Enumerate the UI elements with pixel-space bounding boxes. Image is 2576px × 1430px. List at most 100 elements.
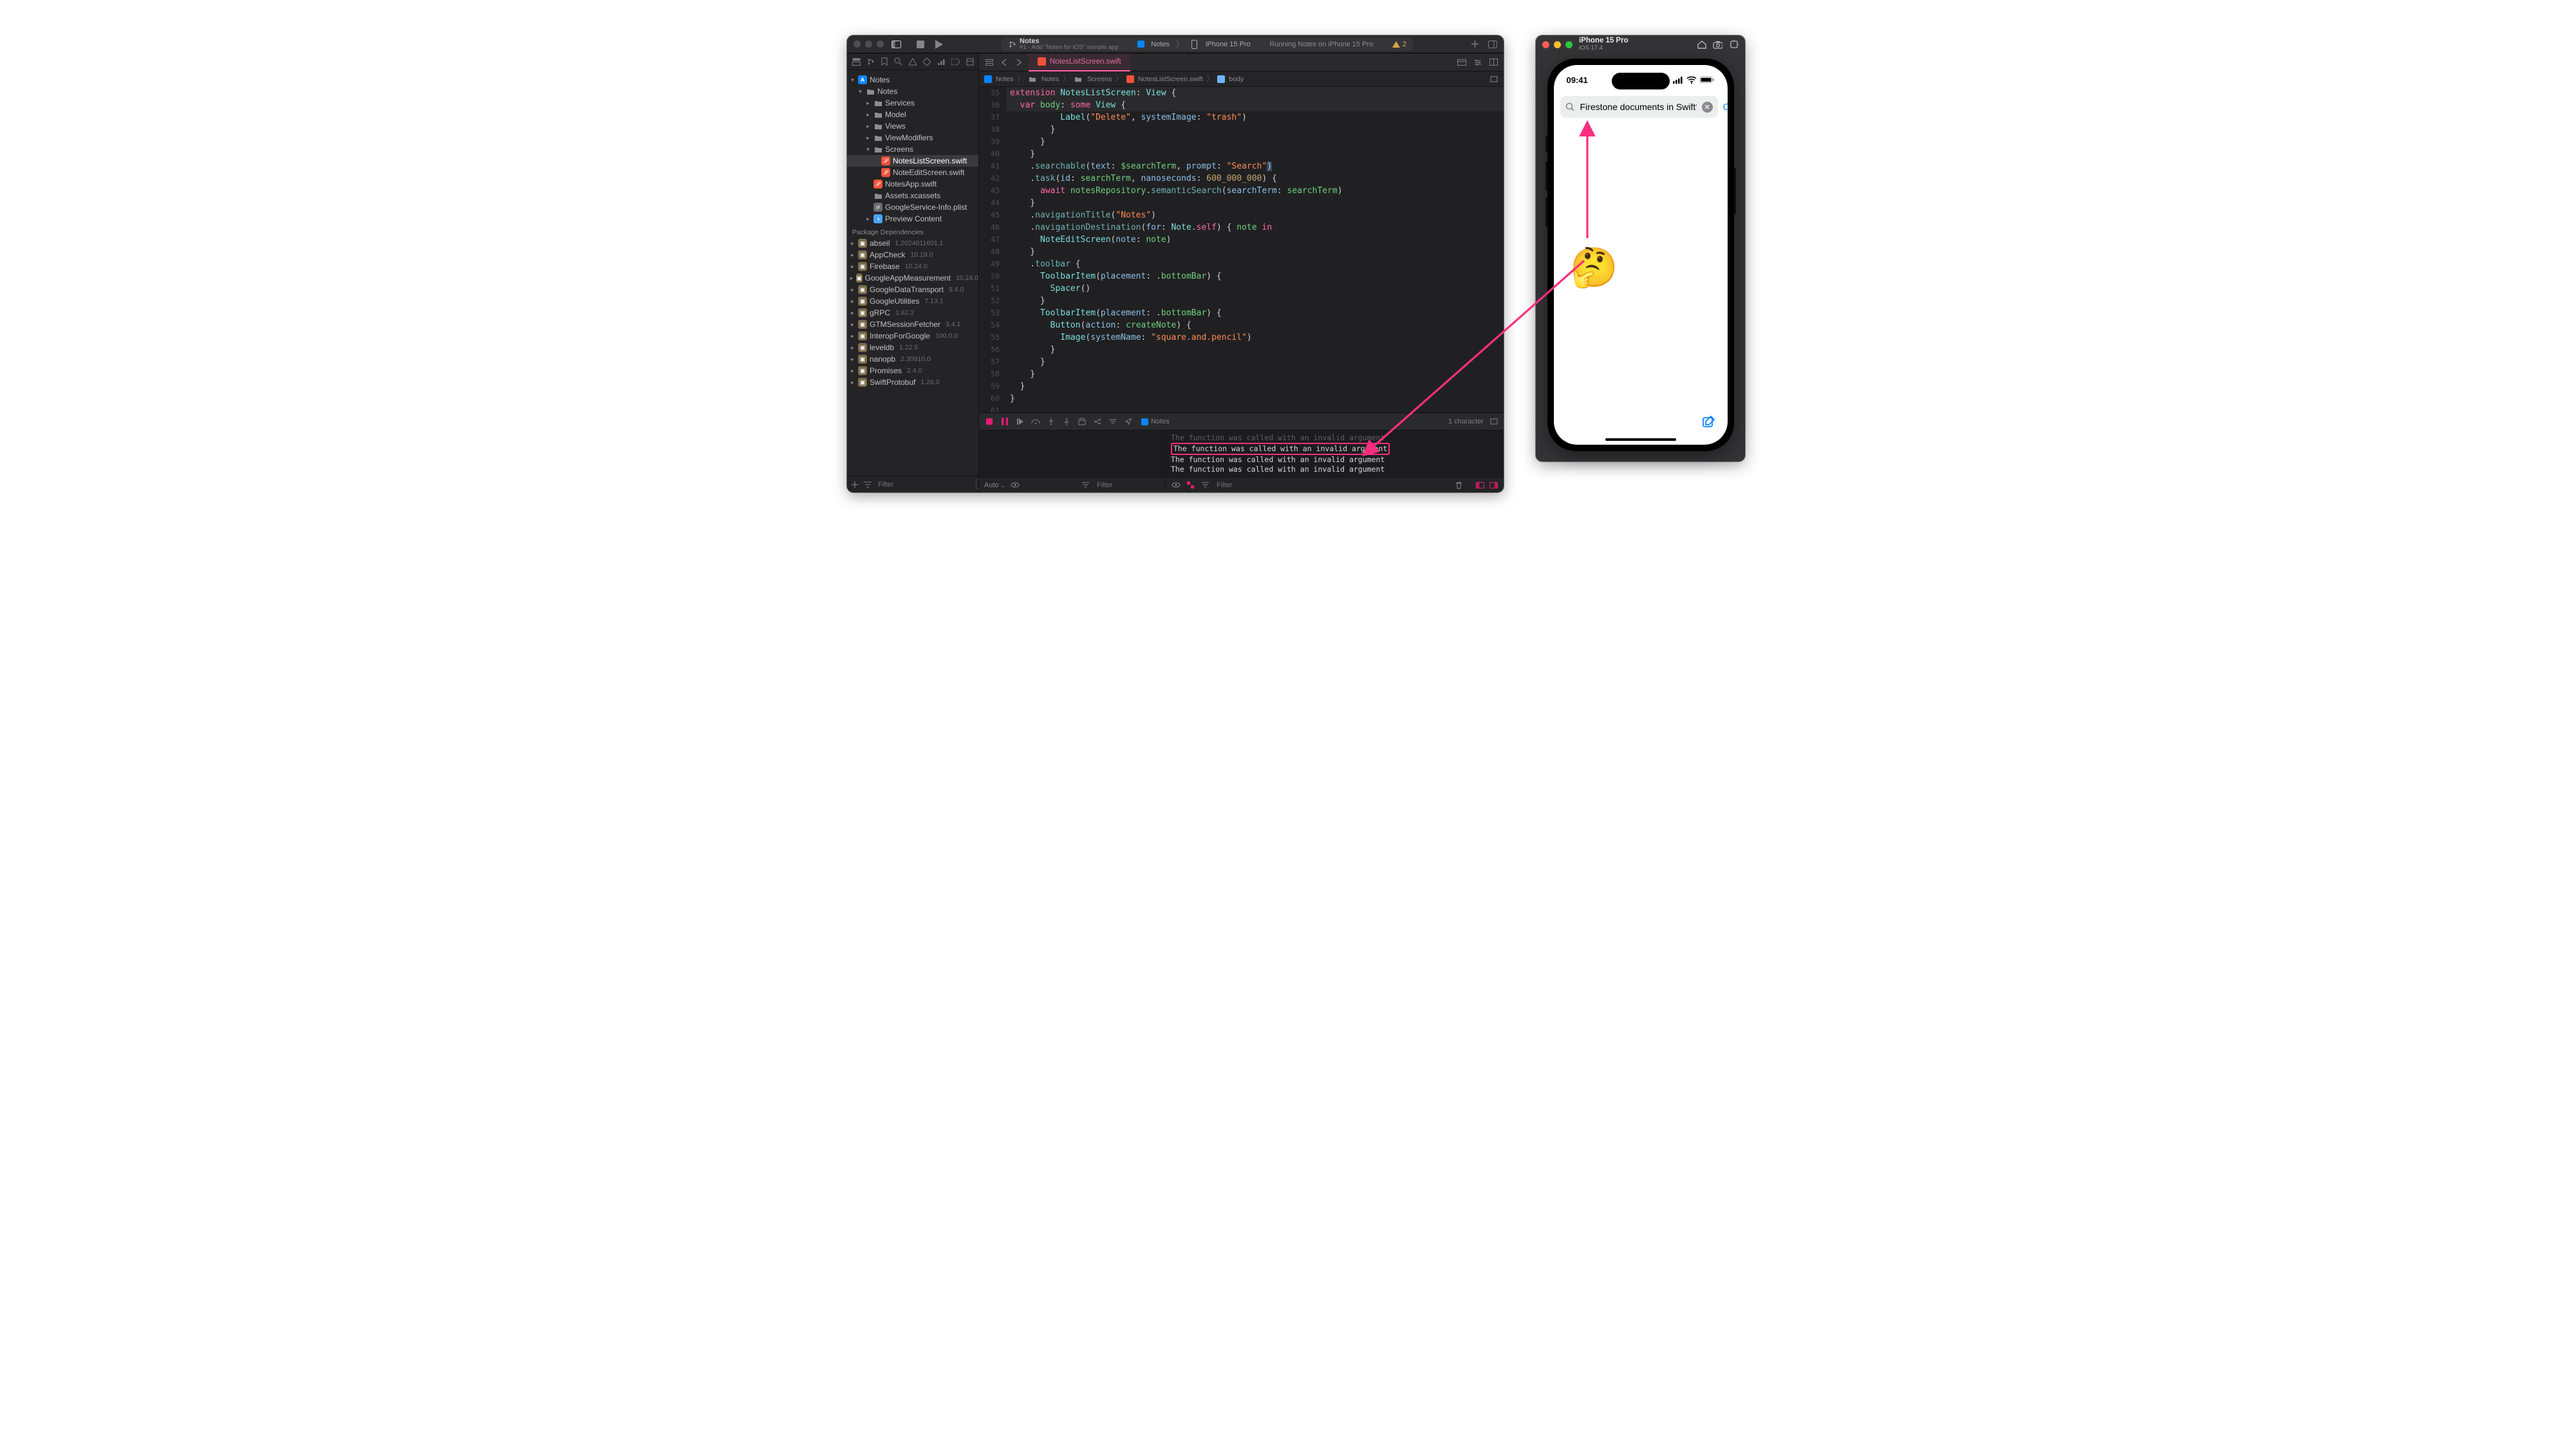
jump-bar[interactable]: Notes〉 Notes〉 Screens〉 NotesListScreen.s… — [979, 71, 1504, 87]
bookmarks-navigator-icon[interactable] — [881, 57, 888, 66]
step-into-icon[interactable] — [1046, 417, 1056, 427]
tree-file-preview[interactable]: ▸◑Preview Content — [847, 213, 978, 225]
console-filter-input[interactable] — [1215, 479, 1449, 491]
search-field[interactable]: ✕ — [1560, 96, 1718, 118]
scheme-activity-bar[interactable]: Notes #1 · Add "Notes for iOS" sample ap… — [1001, 38, 1413, 51]
quicklook-icon[interactable] — [1010, 480, 1020, 490]
related-items-icon[interactable] — [984, 57, 994, 67]
tree-package[interactable]: ▸▣gRPC1.62.2 — [847, 307, 978, 319]
vars-filter-icon[interactable] — [1081, 480, 1090, 490]
add-icon[interactable] — [1470, 39, 1480, 49]
cancel-button[interactable]: Cancel — [1723, 102, 1728, 113]
clear-search-icon[interactable]: ✕ — [1702, 102, 1713, 113]
trash-icon[interactable] — [1454, 480, 1464, 490]
tree-package[interactable]: ▸▣InteropForGoogle100.0.0 — [847, 330, 978, 342]
zoom-dot[interactable] — [877, 41, 884, 48]
tree-file-noteslist[interactable]: 𝓢NotesListScreen.swift — [847, 155, 978, 167]
jump-seg[interactable]: NotesListScreen.swift — [1138, 75, 1203, 83]
tree-project-root[interactable]: ▾ANotes — [847, 74, 978, 86]
minimap-icon[interactable] — [1489, 74, 1498, 84]
jump-seg[interactable]: body — [1229, 75, 1244, 83]
sim-screenshot-icon[interactable] — [1713, 40, 1722, 50]
memory-graph-icon[interactable] — [1092, 417, 1102, 427]
tree-package[interactable]: ▸▣leveldb1.22.5 — [847, 342, 978, 353]
tree-file-noteedit[interactable]: 𝓢NoteEditScreen.swift — [847, 167, 978, 178]
library-icon[interactable] — [1488, 39, 1497, 49]
issues-navigator-icon[interactable] — [909, 57, 917, 66]
nav-back-icon[interactable] — [999, 57, 1009, 67]
source-editor[interactable]: 35extension NotesListScreen: View {36 va… — [979, 87, 1504, 413]
search-input[interactable] — [1579, 101, 1698, 113]
env-overrides-icon[interactable] — [1108, 417, 1117, 427]
add-files-icon[interactable] — [851, 479, 859, 489]
tests-navigator-icon[interactable] — [923, 57, 931, 66]
tree-package[interactable]: ▸▣abseil1.2024011601.1 — [847, 237, 978, 249]
editor-options-icon[interactable] — [1457, 57, 1466, 67]
sim-min-dot[interactable] — [1554, 41, 1561, 48]
tree-folder-screens[interactable]: ▾Screens — [847, 144, 978, 155]
location-icon[interactable] — [1123, 417, 1133, 427]
debug-panel-left-icon[interactable] — [1475, 480, 1485, 490]
jump-seg[interactable]: Screens — [1087, 75, 1112, 83]
tree-folder-model[interactable]: ▸Model — [847, 109, 978, 120]
project-navigator-icon[interactable] — [852, 57, 861, 66]
debug-process[interactable]: Notes — [1141, 418, 1170, 425]
tree-package[interactable]: ▸▣GoogleUtilities7.13.1 — [847, 295, 978, 307]
tree-folder-viewmodifiers[interactable]: ▸ViewModifiers — [847, 132, 978, 144]
reports-navigator-icon[interactable] — [966, 57, 974, 66]
run-icon[interactable] — [934, 39, 944, 49]
tree-package[interactable]: ▸▣Promises2.4.0 — [847, 365, 978, 376]
console-output[interactable]: The function was called with an invalid … — [1166, 431, 1504, 477]
sim-home-icon[interactable] — [1697, 40, 1706, 50]
tree-file-plist[interactable]: plGoogleService-Info.plist — [847, 201, 978, 213]
jump-seg[interactable]: Notes — [1041, 75, 1059, 83]
debug-panel-right-icon[interactable] — [1489, 480, 1498, 490]
tree-folder-views[interactable]: ▸Views — [847, 120, 978, 132]
sidebar-left-toggle-icon[interactable] — [891, 39, 901, 49]
tree-package[interactable]: ▸▣GTMSessionFetcher3.4.1 — [847, 319, 978, 330]
console-filter-icon[interactable] — [1200, 480, 1210, 490]
variables-view[interactable] — [979, 431, 1166, 477]
filter-scope-icon[interactable] — [864, 479, 872, 489]
breakpoints-navigator-icon[interactable] — [951, 57, 960, 66]
debug-navigator-icon[interactable] — [937, 57, 945, 66]
step-over-icon[interactable] — [1031, 417, 1040, 427]
console-metadata-icon[interactable] — [1489, 417, 1498, 427]
compose-note-icon[interactable] — [1702, 415, 1716, 429]
tree-package[interactable]: ▸▣GoogleAppMeasurement10.24.0 — [847, 272, 978, 284]
tree-group-notes[interactable]: ▾Notes — [847, 86, 978, 97]
tree-package[interactable]: ▸▣GoogleDataTransport9.4.0 — [847, 284, 978, 295]
editor-file-tab[interactable]: NotesListScreen.swift — [1029, 53, 1130, 71]
pause-icon[interactable] — [1000, 417, 1009, 427]
console-quicklook-icon[interactable] — [1171, 480, 1181, 490]
warnings-indicator[interactable]: 2 — [1392, 41, 1406, 48]
tree-file-app[interactable]: 𝓢NotesApp.swift — [847, 178, 978, 190]
hide-debug-icon[interactable] — [984, 417, 994, 427]
close-dot[interactable] — [854, 41, 861, 48]
editor-adjust-icon[interactable] — [1473, 57, 1482, 67]
tree-folder-services[interactable]: ▸Services — [847, 97, 978, 109]
sim-close-dot[interactable] — [1542, 41, 1549, 48]
console-types-icon[interactable] — [1186, 480, 1195, 490]
debug-view-icon[interactable] — [1077, 417, 1087, 427]
stop-icon[interactable] — [915, 39, 925, 49]
tree-file-assets[interactable]: Assets.xcassets — [847, 190, 978, 201]
tree-package[interactable]: ▸▣SwiftProtobuf1.26.0 — [847, 376, 978, 388]
nav-forward-icon[interactable] — [1014, 57, 1023, 67]
tree-package[interactable]: ▸▣nanopb2.30910.0 — [847, 353, 978, 365]
sim-rotate-icon[interactable] — [1729, 40, 1739, 50]
find-navigator-icon[interactable] — [894, 57, 902, 66]
tree-package[interactable]: ▸▣AppCheck10.19.0 — [847, 249, 978, 261]
add-editor-icon[interactable] — [1489, 57, 1498, 67]
variables-filter-input[interactable] — [1096, 479, 1160, 491]
window-traffic-lights[interactable] — [854, 41, 884, 48]
tree-package[interactable]: ▸▣Firebase10.24.0 — [847, 261, 978, 272]
jump-seg[interactable]: Notes — [996, 75, 1013, 83]
variables-scope[interactable]: Auto ⌄ — [984, 481, 1005, 489]
minimize-dot[interactable] — [865, 41, 872, 48]
navigator-tree[interactable]: ▾ANotes ▾Notes ▸Services ▸Model ▸Views ▸… — [847, 70, 978, 476]
sim-zoom-dot[interactable] — [1565, 41, 1573, 48]
step-out-icon[interactable] — [1061, 417, 1071, 427]
source-control-navigator-icon[interactable] — [867, 57, 875, 66]
continue-icon[interactable] — [1015, 417, 1025, 427]
